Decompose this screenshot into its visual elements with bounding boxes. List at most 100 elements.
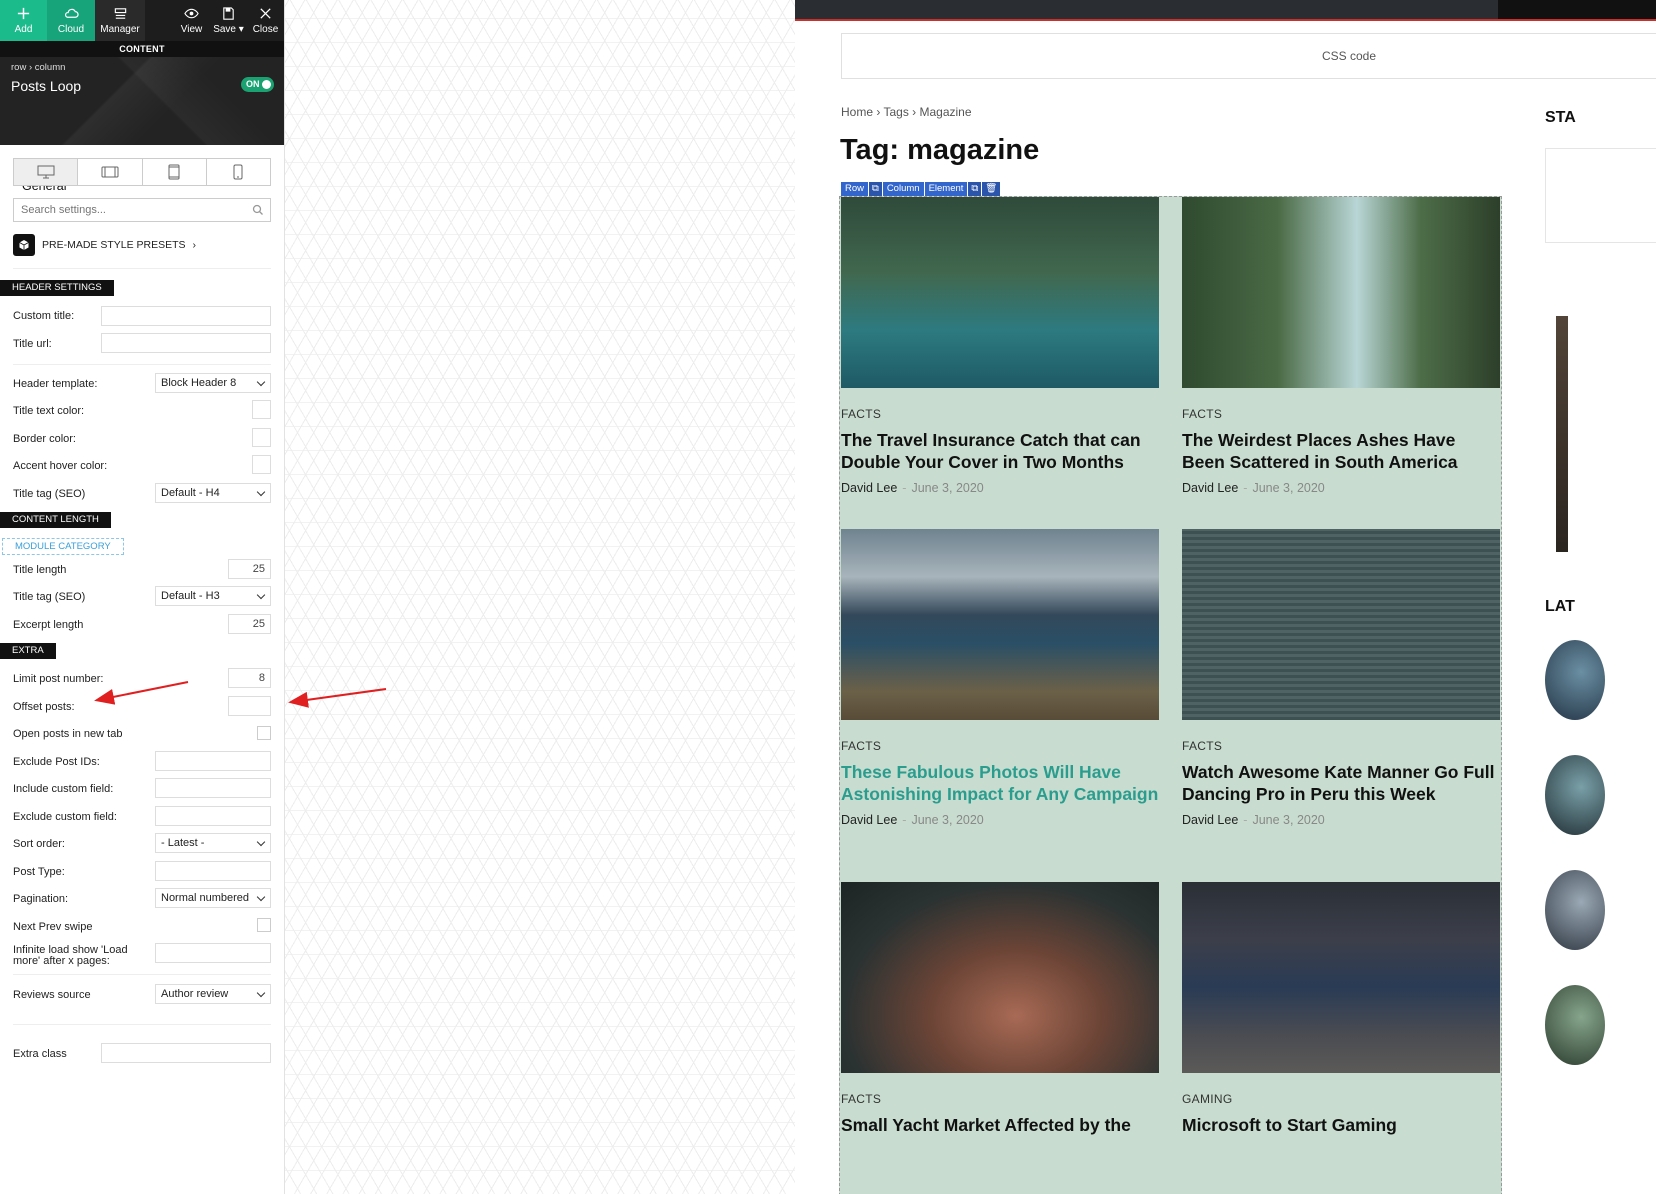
copy-icon[interactable]: ⧉ (869, 182, 882, 196)
limit-post-number-input[interactable]: 8 (228, 668, 271, 688)
editor-toolbar: Add Cloud Manager View Save ▾ Close (0, 0, 284, 41)
post-title[interactable]: Small Yacht Market Affected by the (841, 1114, 1159, 1136)
cloud-button[interactable]: Cloud (47, 0, 95, 41)
site-breadcrumb: Home › Tags › Magazine (841, 105, 972, 119)
post-image[interactable] (1182, 197, 1500, 388)
meta-separator: - (902, 481, 907, 495)
element-breadcrumb: row › column (11, 62, 66, 73)
excerpt-length-input[interactable]: 25 (228, 614, 271, 634)
breadcrumb-home[interactable]: Home (841, 105, 873, 119)
post-category[interactable]: FACTS (841, 407, 1159, 421)
post-category[interactable]: FACTS (1182, 739, 1500, 753)
post-image[interactable] (841, 882, 1159, 1073)
offset-posts-input[interactable] (228, 696, 271, 716)
tablet-portrait-button[interactable] (143, 159, 207, 185)
post-card[interactable]: GAMING Microsoft to Start Gaming (1182, 882, 1500, 1136)
post-type-label: Post Type: (13, 866, 65, 878)
trash-icon[interactable]: 🗑 (982, 182, 1001, 196)
element-edit-tags: Row ⧉ Column Element ⧉ 🗑 (841, 182, 1001, 196)
column-tag[interactable]: Column (882, 182, 924, 196)
post-category[interactable]: GAMING (1182, 1092, 1500, 1106)
border-color-swatch[interactable] (252, 428, 271, 447)
post-meta: David Lee - June 3, 2020 (841, 813, 1159, 827)
include-custom-field-label: Include custom field: (13, 783, 114, 795)
cloud-label: Cloud (57, 24, 85, 35)
view-label: View (180, 24, 203, 35)
post-author[interactable]: David Lee (1182, 813, 1238, 827)
tablet-landscape-button[interactable] (78, 159, 143, 185)
title-tag-seo-2-select[interactable]: Default - H3 (155, 586, 271, 606)
next-prev-swipe-checkbox[interactable] (257, 918, 271, 932)
post-title[interactable]: The Travel Insurance Catch that can Doub… (841, 429, 1159, 473)
post-category[interactable]: FACTS (841, 739, 1159, 753)
post-category[interactable]: FACTS (1182, 407, 1500, 421)
post-author[interactable]: David Lee (841, 481, 897, 495)
extra-class-input[interactable] (101, 1043, 271, 1063)
sidebar-thumb[interactable] (1545, 870, 1605, 950)
meta-separator: - (1243, 481, 1248, 495)
close-button[interactable]: Close (247, 0, 284, 41)
accent-hover-color-label: Accent hover color: (13, 460, 108, 472)
post-image[interactable] (1182, 529, 1500, 720)
exclude-post-ids-label: Exclude Post IDs: (13, 756, 100, 768)
element-tag[interactable]: Element (924, 182, 968, 196)
post-image[interactable] (841, 197, 1159, 388)
post-date: June 3, 2020 (911, 481, 984, 495)
post-card[interactable]: FACTS Small Yacht Market Affected by the (841, 882, 1159, 1136)
post-title[interactable]: Microsoft to Start Gaming (1182, 1114, 1500, 1136)
title-url-input[interactable] (101, 333, 271, 353)
post-card[interactable]: FACTS These Fabulous Photos Will Have As… (841, 529, 1159, 827)
post-title[interactable]: The Weirdest Places Ashes Have Been Scat… (1182, 429, 1500, 473)
desktop-device-button[interactable] (14, 159, 79, 185)
manager-label: Manager (100, 24, 140, 35)
copy-icon[interactable]: ⧉ (968, 182, 982, 196)
post-meta: David Lee - June 3, 2020 (1182, 481, 1500, 495)
save-button[interactable]: Save ▾ (210, 0, 247, 41)
view-button[interactable]: View (173, 0, 210, 41)
save-label: Save ▾ (213, 24, 244, 35)
header-template-select[interactable]: Block Header 8 (155, 373, 271, 393)
breadcrumb-tags[interactable]: Tags (883, 105, 908, 119)
infinite-load-input[interactable] (155, 943, 271, 963)
meta-separator: - (1243, 813, 1248, 827)
sort-order-select[interactable]: - Latest - (155, 833, 271, 853)
post-title[interactable]: Watch Awesome Kate Manner Go Full Dancin… (1182, 761, 1500, 805)
title-tag-seo-select[interactable]: Default - H4 (155, 483, 271, 503)
css-code-box[interactable]: CSS code (841, 33, 1656, 79)
post-image[interactable] (841, 529, 1159, 720)
row-tag[interactable]: Row (841, 182, 869, 196)
accent-hover-color-swatch[interactable] (252, 455, 271, 474)
include-custom-field-input[interactable] (155, 778, 271, 798)
exclude-custom-field-input[interactable] (155, 806, 271, 826)
crumb-row[interactable]: row (11, 62, 26, 73)
crumb-column[interactable]: column (35, 62, 66, 73)
phone-device-button[interactable] (207, 159, 270, 185)
post-card[interactable]: FACTS Watch Awesome Kate Manner Go Full … (1182, 529, 1500, 827)
title-tag-seo-label: Title tag (SEO) (13, 488, 86, 500)
title-length-input[interactable]: 25 (228, 559, 271, 579)
close-label: Close (252, 24, 279, 35)
post-category[interactable]: FACTS (841, 1092, 1159, 1106)
post-type-input[interactable] (155, 861, 271, 881)
reviews-source-select[interactable]: Author review (155, 984, 271, 1004)
post-author[interactable]: David Lee (1182, 481, 1238, 495)
add-button[interactable]: Add (0, 0, 47, 41)
search-input[interactable] (14, 199, 270, 221)
sidebar-thumb[interactable] (1545, 985, 1605, 1065)
style-presets-link[interactable]: PRE-MADE STYLE PRESETS › (13, 234, 196, 256)
open-new-tab-checkbox[interactable] (257, 726, 271, 740)
manager-button[interactable]: Manager (95, 0, 145, 41)
post-image[interactable] (1182, 882, 1500, 1073)
device-switcher (13, 158, 271, 186)
sidebar-thumb[interactable] (1545, 755, 1605, 835)
post-author[interactable]: David Lee (841, 813, 897, 827)
custom-title-input[interactable] (101, 306, 271, 326)
post-title[interactable]: These Fabulous Photos Will Have Astonish… (841, 761, 1159, 805)
element-toggle[interactable]: ON (241, 77, 274, 92)
pagination-select[interactable]: Normal numbered (155, 888, 271, 908)
exclude-post-ids-input[interactable] (155, 751, 271, 771)
sidebar-thumb[interactable] (1545, 640, 1605, 720)
title-text-color-swatch[interactable] (252, 400, 271, 419)
post-card[interactable]: FACTS The Travel Insurance Catch that ca… (841, 197, 1159, 495)
post-card[interactable]: FACTS The Weirdest Places Ashes Have Bee… (1182, 197, 1500, 495)
